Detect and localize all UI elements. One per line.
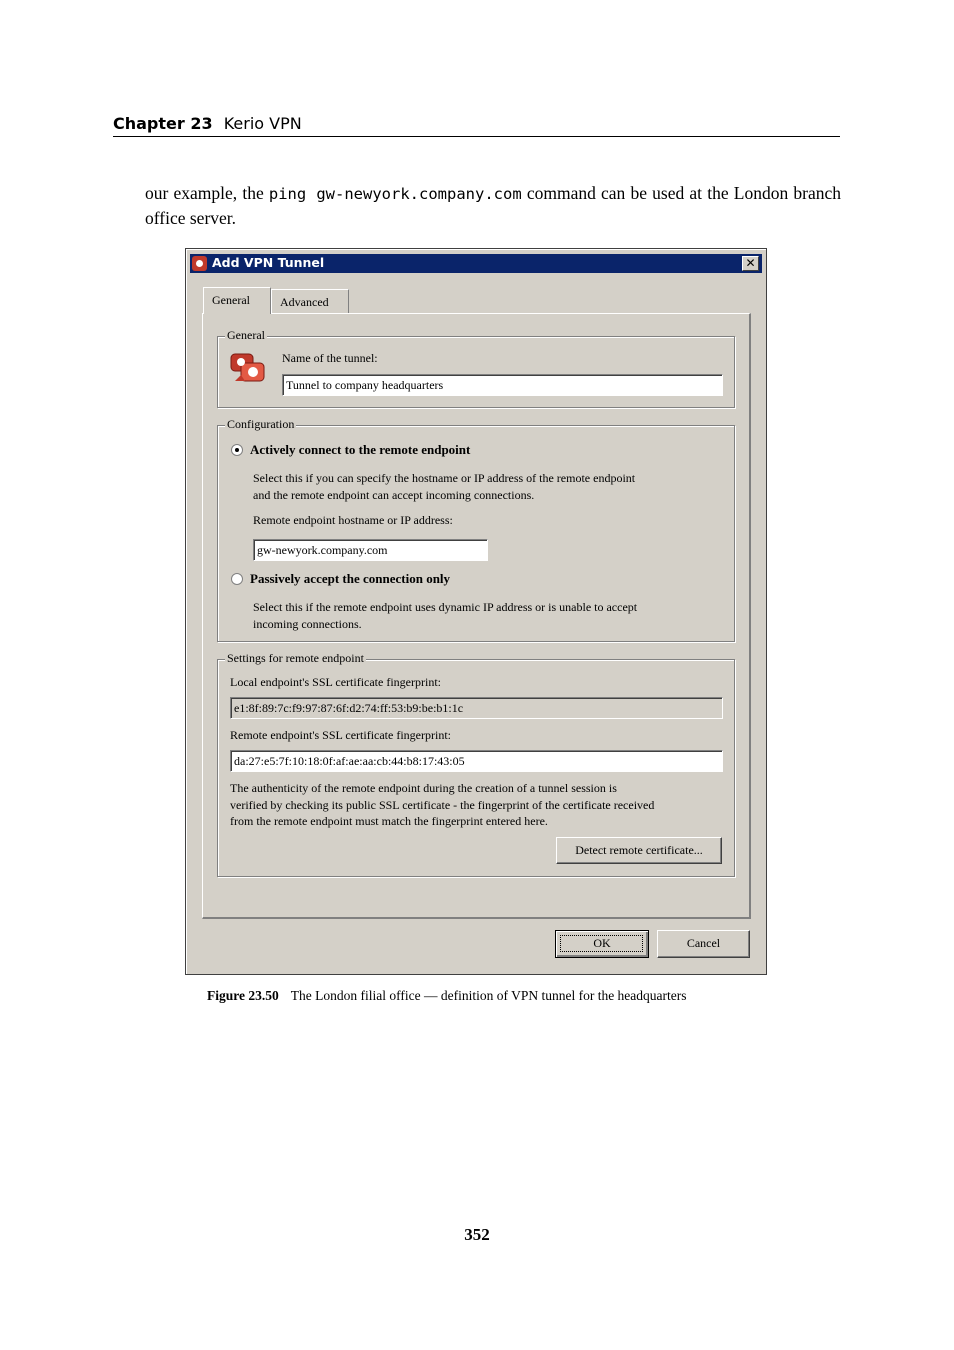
close-button[interactable]: ✕ (742, 256, 759, 271)
page-number: 352 (464, 1225, 490, 1244)
local-fingerprint-label: Local endpoint's SSL certificate fingerp… (230, 675, 441, 689)
body-text-before: our example, the (145, 183, 269, 203)
hostname-label: Remote endpoint hostname or IP address: (253, 513, 453, 527)
figure-caption: Figure 23.50 The London filial office — d… (207, 988, 767, 1004)
active-desc-line2: and the remote endpoint can accept incom… (253, 487, 535, 502)
vpn-tunnel-icon (230, 353, 265, 382)
tab-advanced[interactable]: Advanced (271, 289, 349, 313)
chapter-title: Kerio VPN (223, 114, 302, 133)
note-line2: verified by checking its public SSL cert… (230, 797, 655, 812)
chapter-number: Chapter 23 (113, 114, 213, 133)
body-paragraph: our example, the ping gw-newyork.company… (145, 181, 841, 230)
passive-accept-description: Select this if the remote endpoint uses … (253, 599, 637, 632)
cancel-button-label: Cancel (686, 936, 721, 950)
cancel-button[interactable]: Cancel (657, 930, 750, 958)
passive-desc-line2: incoming connections. (253, 616, 362, 631)
general-group-label: General (225, 328, 267, 343)
general-groupbox: General (217, 328, 735, 408)
kerio-app-icon (192, 256, 207, 271)
passive-accept-label[interactable]: Passively accept the connection only (250, 571, 450, 587)
tab-advanced-label: Advanced (280, 295, 329, 309)
remote-fingerprint-label: Remote endpoint's SSL certificate finger… (230, 728, 451, 742)
close-icon: ✕ (745, 256, 756, 270)
tab-general-label: General (212, 293, 250, 307)
remote-settings-group-label: Settings for remote endpoint (225, 651, 366, 666)
configuration-group-label: Configuration (225, 417, 297, 432)
local-fingerprint-field: e1:8f:89:7c:f9:97:87:6f:d2:74:ff:53:b9:b… (230, 697, 723, 719)
ping-command: ping gw-newyork.company.com (268, 185, 522, 203)
note-line1: The authenticity of the remote endpoint … (230, 781, 617, 795)
note-line3: from the remote endpoint must match the … (230, 814, 548, 828)
passive-desc-line1: Select this if the remote endpoint uses … (253, 600, 638, 614)
dialog-titlebar[interactable]: Add VPN Tunnel ✕ (190, 254, 762, 273)
remote-fingerprint-input[interactable]: da:27:e5:7f:10:18:0f:af:ae:aa:cb:44:b8:1… (230, 750, 723, 772)
active-connect-radio[interactable] (231, 444, 243, 456)
hostname-input[interactable]: gw-newyork.company.com (253, 539, 488, 561)
chapter-header: Chapter 23 Kerio VPN (113, 114, 840, 137)
detect-remote-certificate-label: Detect remote certificate... (575, 843, 703, 857)
figure-caption-text: The London filial office — definition of… (290, 988, 687, 1003)
authenticity-note: The authenticity of the remote endpoint … (230, 780, 654, 830)
passive-accept-radio[interactable] (231, 573, 243, 585)
ok-button[interactable]: OK (555, 930, 649, 958)
figure-number: Figure 23.50 (207, 988, 279, 1003)
detect-remote-certificate-button[interactable]: Detect remote certificate... (556, 837, 722, 864)
active-desc-line1: Select this if you can specify the hostn… (253, 471, 636, 485)
dialog-title: Add VPN Tunnel (212, 255, 325, 270)
active-connect-description: Select this if you can specify the hostn… (253, 470, 635, 503)
tunnel-name-label: Name of the tunnel: (282, 351, 378, 365)
ok-button-label: OK (593, 936, 611, 950)
active-connect-label[interactable]: Actively connect to the remote endpoint (250, 442, 470, 458)
tab-general[interactable]: General (203, 287, 271, 314)
tunnel-name-input[interactable]: Tunnel to company headquarters (282, 374, 723, 396)
